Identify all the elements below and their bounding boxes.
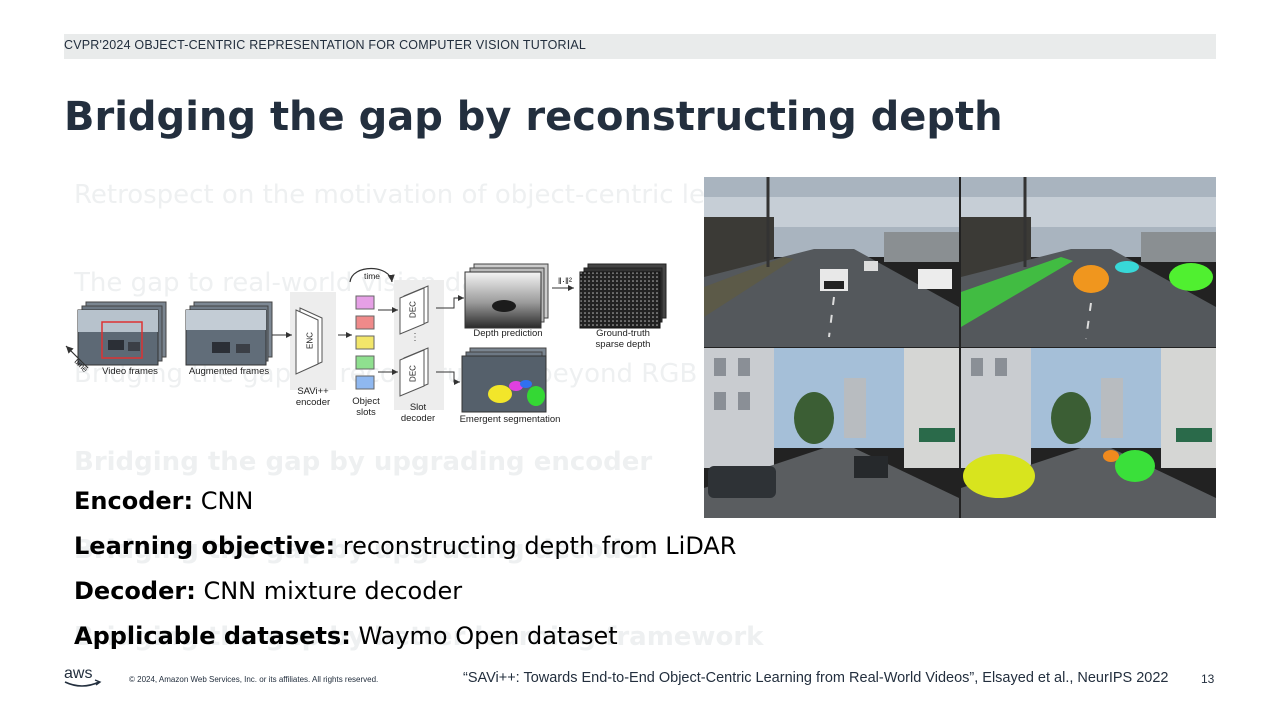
architecture-diagram: ⋮ Video frames Augmented frames time tim…: [60, 260, 680, 435]
scene-photo-street: [704, 348, 959, 518]
copyright-notice: © 2024, Amazon Web Services, Inc. or its…: [129, 675, 379, 684]
dec-label-bottom: DEC: [408, 365, 418, 382]
slide-title: Bridging the gap by reconstructing depth: [64, 94, 1003, 140]
bullet-learning-objective: Learning objective: reconstructing depth…: [74, 532, 737, 560]
object-slot: [355, 295, 375, 310]
ground-truth-label: Ground-truth sparse depth: [595, 328, 651, 350]
aws-logo: aws: [62, 664, 104, 690]
enc-label: ENC: [305, 332, 315, 349]
citation-title: “SAVi++: Towards End-to-End Object-Centr…: [463, 670, 975, 686]
time-loop-label: time: [363, 271, 381, 281]
loss-label: ‖·‖²: [557, 276, 573, 287]
bullet-datasets: Applicable datasets: Waymo Open dataset: [74, 622, 618, 650]
ghost-agenda-item: Bridging the gap by upgrading encoder: [74, 447, 653, 477]
dec-label-top: DEC: [408, 301, 418, 318]
tutorial-header: CVPR'2024 OBJECT-CENTRIC REPRESENTATION …: [64, 38, 587, 52]
object-slot: [355, 355, 375, 370]
scene-photo-grid: [704, 177, 1216, 518]
object-slots-label: Object slots: [352, 396, 380, 418]
depth-prediction-label: Depth prediction: [473, 328, 543, 339]
scene-photo-highway-segmented: [961, 177, 1216, 347]
svg-text:⋮: ⋮: [410, 332, 420, 343]
slot-decoder-block: ⋮: [394, 280, 444, 410]
scene-photo-street-segmented: [961, 348, 1216, 518]
object-slots: [355, 295, 375, 390]
emergent-segmentation-stack: [461, 347, 547, 413]
emergent-segmentation-label: Emergent segmentation: [459, 414, 561, 425]
video-frames-stack: [77, 301, 167, 366]
ground-truth-depth-stack: [579, 263, 667, 329]
citation-authors: , Elsayed et al., NeurIPS 2022: [974, 670, 1169, 686]
bullet-encoder: Encoder: CNN: [74, 487, 254, 515]
object-slot: [355, 375, 375, 390]
slot-decoder-label: Slot decoder: [400, 402, 436, 424]
page-number: 13: [1201, 672, 1215, 686]
augmented-frames-label: Augmented frames: [188, 366, 270, 377]
depth-prediction-stack: [464, 263, 549, 329]
ghost-agenda-item: Retrospect on the motivation of object-c…: [74, 180, 788, 210]
bullet-decoder: Decoder: CNN mixture decoder: [74, 577, 463, 605]
encoder-label: SAVi++ encoder: [295, 386, 331, 408]
video-frames-label: Video frames: [102, 366, 158, 377]
augmented-frames-stack: [185, 301, 273, 366]
citation: “SAVi++: Towards End-to-End Object-Centr…: [463, 670, 1168, 686]
scene-photo-highway: [704, 177, 959, 347]
summary-list: Encoder: CNN Learning objective: reconst…: [74, 485, 736, 665]
object-slot: [355, 335, 375, 350]
object-slot: [355, 315, 375, 330]
aws-logo-text: aws: [64, 665, 92, 682]
header-bar: CVPR'2024 OBJECT-CENTRIC REPRESENTATION …: [64, 34, 1216, 59]
